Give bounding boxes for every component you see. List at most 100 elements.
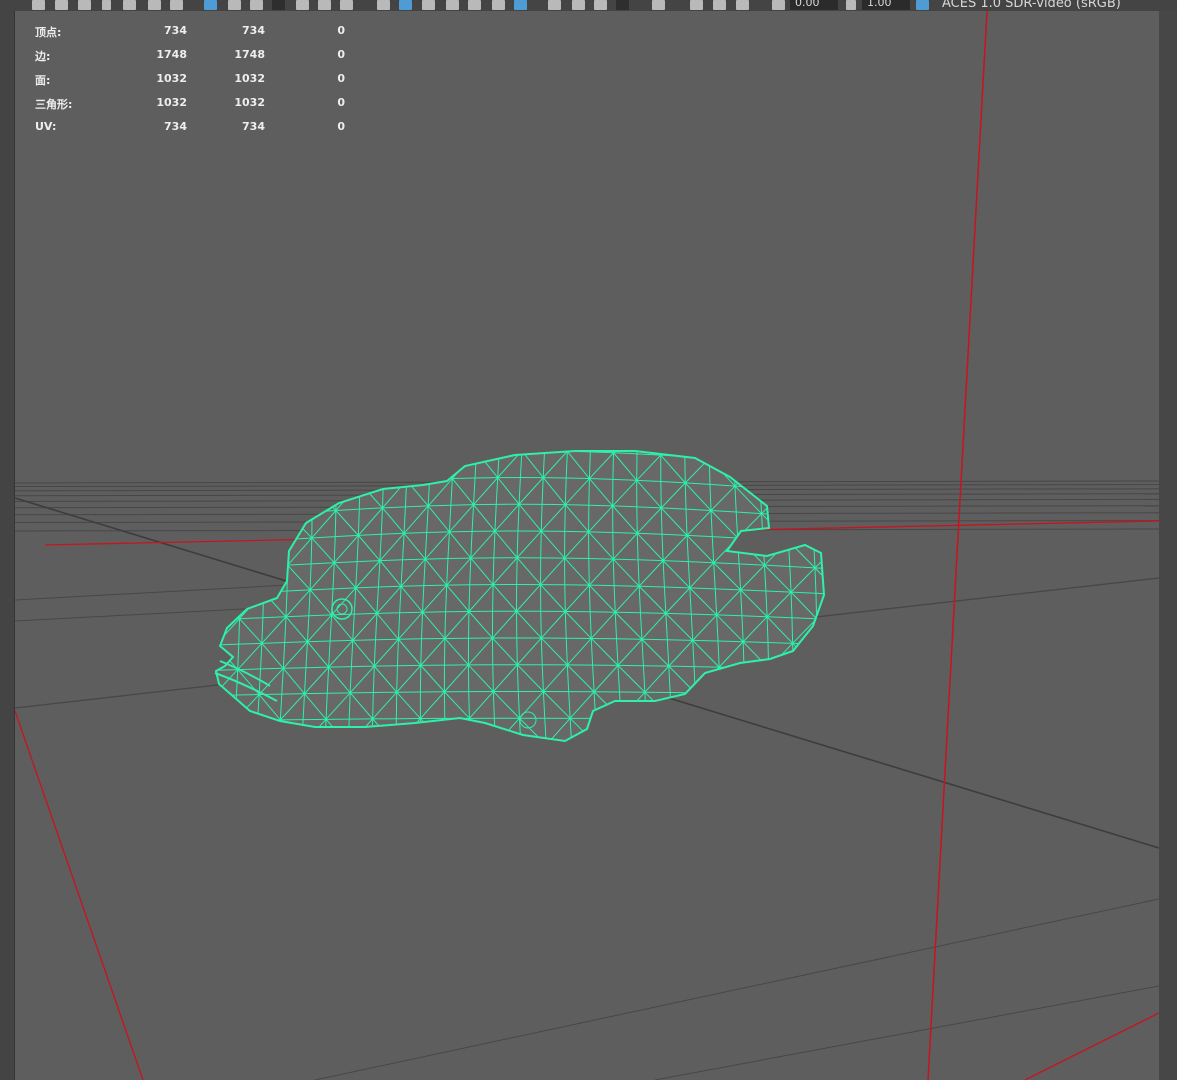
mesh-edge: [813, 541, 824, 545]
mesh-edge: [839, 544, 840, 569]
mesh-edge: [262, 489, 265, 516]
mesh-edge: [213, 494, 214, 519]
wireframe-icon[interactable]: [377, 0, 390, 10]
mesh-edge: [567, 451, 591, 453]
mesh-edge: [591, 451, 614, 454]
gamma-icon[interactable]: [846, 0, 856, 10]
mesh-edge: [839, 696, 840, 721]
mesh-edge: [430, 451, 433, 453]
mesh-edge: [758, 462, 761, 488]
axis-line: [1024, 1012, 1159, 1080]
ambient-occlusion-icon[interactable]: [548, 0, 561, 10]
mesh-edge: [311, 432, 336, 434]
grid-toggle-icon[interactable]: [204, 0, 217, 10]
mesh-edge: [816, 643, 824, 646]
mesh-edge: [833, 443, 834, 468]
resolution-gate-icon[interactable]: [250, 0, 263, 10]
motion-blur-icon[interactable]: [572, 0, 585, 10]
mesh-edge: [614, 426, 637, 427]
hud-value: 0: [337, 96, 345, 109]
checker-icon[interactable]: [468, 0, 481, 10]
mesh-edge: [809, 465, 824, 469]
mesh-edge: [212, 696, 213, 721]
mesh-edge: [815, 593, 818, 619]
safe-action-icon[interactable]: [296, 0, 309, 10]
exposure-field[interactable]: 0.00: [790, 0, 838, 10]
mesh-edge: [305, 666, 329, 669]
xray-icon[interactable]: [652, 0, 665, 10]
mesh-edge: [540, 611, 542, 639]
hud-value: 1032: [234, 72, 265, 85]
mesh-edge: [334, 510, 337, 537]
heads-up-icon[interactable]: [340, 0, 353, 10]
mesh-edge: [445, 717, 470, 741]
mesh-edge: [815, 695, 817, 721]
mesh-edge: [768, 667, 794, 695]
mesh-edge: [810, 491, 824, 494]
mesh-edge: [566, 451, 570, 452]
mesh-edge: [216, 567, 241, 570]
mesh-edge: [791, 617, 794, 644]
mesh-edge: [450, 504, 474, 506]
mesh-edge: [310, 451, 337, 459]
gamma-field[interactable]: 1.00: [862, 0, 910, 10]
mesh-edge: [692, 639, 719, 642]
fish-wireframe-mesh[interactable]: [210, 424, 841, 746]
mesh-edge: [744, 719, 770, 741]
shadows-icon[interactable]: [514, 0, 527, 10]
textured-icon[interactable]: [446, 0, 459, 10]
colorspace-label[interactable]: ACES 1.0 SDR-video (sRGB): [942, 0, 1121, 11]
use-all-lights-icon[interactable]: [492, 0, 505, 10]
mesh-edge: [310, 451, 313, 461]
lasso-icon[interactable]: [55, 0, 68, 10]
mesh-edge: [719, 666, 745, 669]
hud-value: 0: [337, 120, 345, 133]
mesh-edge: [685, 430, 709, 432]
mesh-edge: [430, 452, 453, 479]
mesh-edge: [401, 585, 424, 587]
mesh-edge: [216, 720, 236, 741]
xray-joints-icon[interactable]: [690, 0, 703, 10]
3d-viewport[interactable]: 顶点: 734 734 0 边: 1748 1748 0 面: 1032 103…: [15, 11, 1159, 1080]
default-material-icon[interactable]: [422, 0, 435, 10]
image-plane-icon[interactable]: [148, 0, 161, 10]
camera-icon[interactable]: [102, 0, 111, 10]
mesh-edge: [406, 478, 430, 481]
mesh-edge: [216, 543, 241, 569]
bookmark-icon[interactable]: [123, 0, 136, 10]
antialias-icon[interactable]: [594, 0, 607, 10]
mesh-edge: [708, 451, 734, 459]
color-management-icon[interactable]: [916, 0, 929, 10]
mesh-edge: [336, 482, 360, 485]
mesh-edge: [352, 639, 376, 641]
isolate-select-icon[interactable]: [616, 0, 629, 10]
smooth-shade-icon[interactable]: [399, 0, 412, 10]
gate-mask-icon[interactable]: [272, 0, 285, 10]
mesh-edge: [784, 489, 788, 516]
mesh-edge: [516, 637, 518, 665]
camera-attributes-icon[interactable]: [736, 0, 749, 10]
exposure-icon[interactable]: [772, 0, 785, 10]
hud-label: 顶点:: [35, 26, 62, 39]
mesh-edge: [407, 452, 431, 455]
paint-icon[interactable]: [78, 0, 91, 10]
mesh-edge: [336, 456, 361, 459]
mesh-edge: [667, 639, 693, 641]
mesh-edge: [262, 461, 288, 490]
mesh-edge: [210, 441, 235, 443]
mesh-edge: [454, 451, 477, 452]
mesh-edge: [615, 611, 641, 614]
mesh-edge: [782, 451, 785, 465]
safe-title-icon[interactable]: [318, 0, 331, 10]
mesh-edge: [569, 425, 592, 426]
mesh-edge: [310, 537, 313, 564]
field-chart-icon[interactable]: [170, 0, 183, 10]
mesh-edge: [733, 434, 758, 436]
mesh-edge: [383, 454, 407, 481]
film-gate-icon[interactable]: [228, 0, 241, 10]
mesh-edge: [426, 531, 450, 533]
mesh-edge: [399, 611, 423, 614]
mesh-edge: [838, 519, 839, 544]
select-icon[interactable]: [32, 0, 45, 10]
xray-components-icon[interactable]: [713, 0, 726, 10]
